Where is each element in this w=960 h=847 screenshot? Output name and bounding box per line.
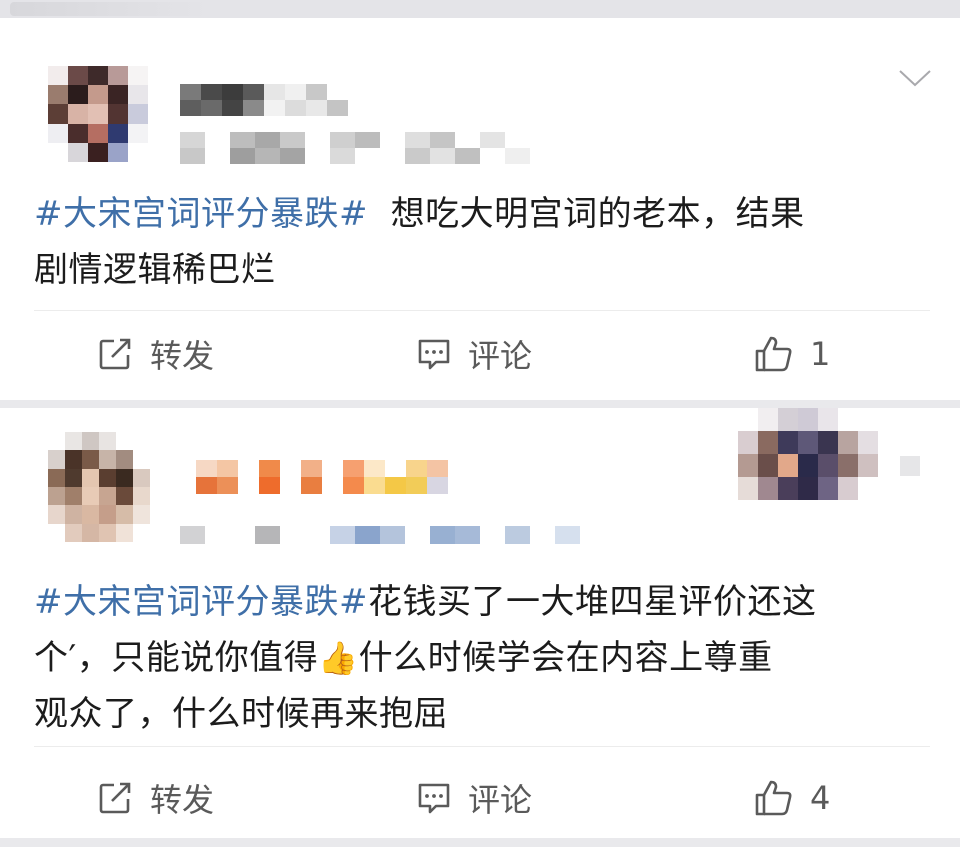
comment-label: 评论: [468, 337, 533, 375]
repost-button[interactable]: 转发: [98, 324, 214, 384]
action-bar: 转发 评论 4: [0, 768, 960, 828]
comment-button[interactable]: 评论: [416, 324, 532, 384]
like-button[interactable]: 4: [754, 768, 830, 828]
username[interactable]: [180, 84, 350, 116]
post-body: #大宋宫词评分暴跌# 想吃大明宫词的老本，结果 剧情逻辑稀巴烂: [34, 186, 920, 298]
avatar[interactable]: [48, 432, 150, 542]
post-meta: [180, 526, 580, 544]
comment-button[interactable]: 评论: [416, 768, 532, 828]
previous-card-edge: [0, 0, 960, 18]
comment-label: 评论: [468, 781, 533, 819]
divider: [34, 310, 930, 311]
thumbs-up-emoji: 👍: [318, 639, 359, 677]
hashtag-link[interactable]: #大宋宫词评分暴跌#: [34, 582, 368, 622]
post-card: #大宋宫词评分暴跌# 想吃大明宫词的老本，结果 剧情逻辑稀巴烂 转发 评论 1: [0, 18, 960, 400]
like-count: 4: [810, 779, 831, 817]
edit-square-icon: [99, 338, 131, 370]
media-thumbnail[interactable]: [738, 408, 878, 500]
post-card: #大宋宫词评分暴跌#花钱买了一大堆四星评价还这 个′，只能说你值得👍什么时候学会…: [0, 408, 960, 838]
chevron-down-icon[interactable]: [898, 68, 932, 88]
post-text-line: 想吃大明宫词的老本，结果: [390, 194, 805, 234]
repost-label: 转发: [150, 337, 215, 375]
hashtag-link[interactable]: #大宋宫词评分暴跌#: [34, 194, 368, 234]
post-body: #大宋宫词评分暴跌#花钱买了一大堆四星评价还这 个′，只能说你值得👍什么时候学会…: [34, 574, 920, 742]
post-text-line: 个′，只能说你值得: [34, 638, 319, 678]
comment-bubble-icon: [418, 783, 450, 814]
divider: [34, 746, 930, 747]
post-text-line: 花钱买了一大堆四星评价还这: [367, 582, 817, 622]
avatar[interactable]: [48, 66, 148, 162]
post-text-line: 什么时候学会在内容上尊重: [358, 638, 773, 678]
post-text-line: 剧情逻辑稀巴烂: [34, 250, 276, 290]
repost-label: 转发: [150, 781, 215, 819]
comment-bubble-icon: [418, 339, 450, 370]
like-count: 1: [810, 335, 831, 373]
feed-gap: [0, 838, 960, 847]
edit-square-icon: [99, 782, 131, 814]
thumbs-up-icon: [755, 780, 792, 816]
username[interactable]: [196, 460, 448, 494]
repost-button[interactable]: 转发: [98, 768, 214, 828]
thumbs-up-icon: [755, 336, 792, 372]
post-meta: [180, 132, 530, 164]
action-bar: 转发 评论 1: [0, 324, 960, 384]
post-text-line: 观众了，什么时候再来抱屈: [34, 694, 448, 734]
like-button[interactable]: 1: [754, 324, 830, 384]
media-thumbnail-edge: [900, 456, 940, 476]
